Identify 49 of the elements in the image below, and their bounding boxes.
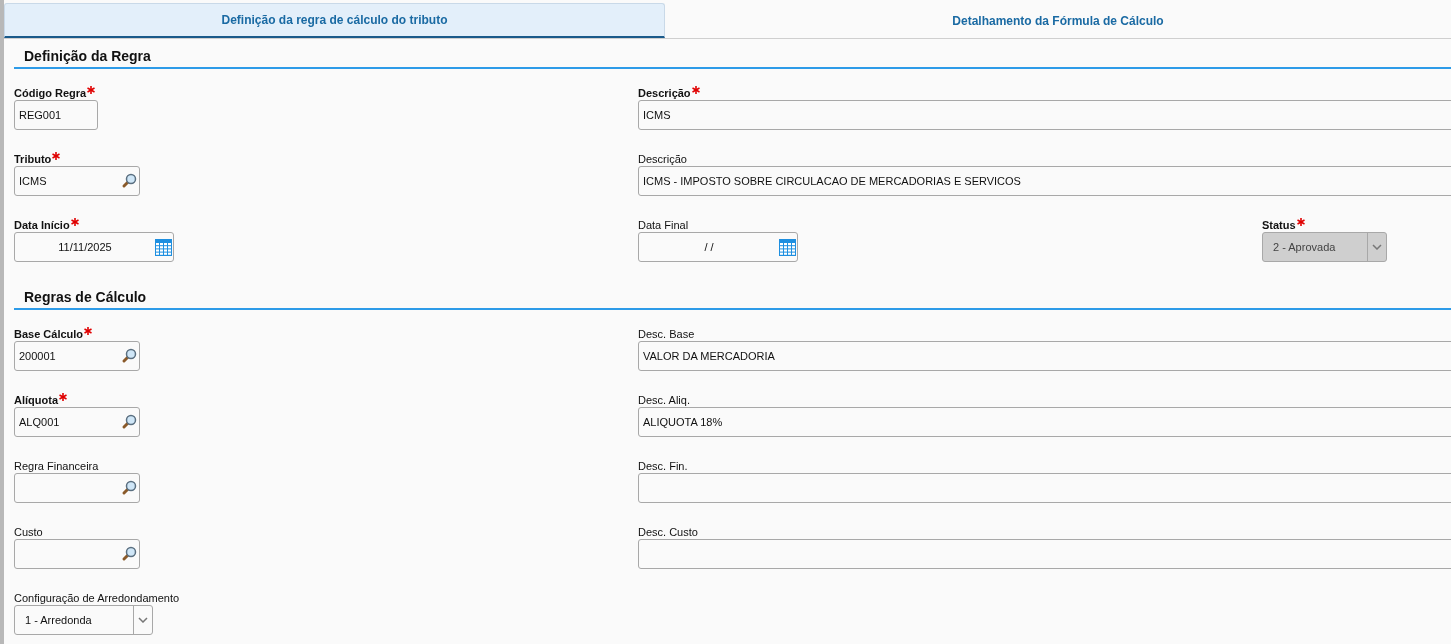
input-field[interactable]: ALQ001	[14, 407, 140, 437]
asterisk-icon	[87, 86, 96, 94]
calendar-icon[interactable]	[779, 238, 796, 256]
field-label: Desc. Base	[638, 327, 695, 340]
input-field[interactable]	[14, 473, 140, 503]
search-icon[interactable]	[121, 546, 137, 562]
field-label: Descrição	[638, 152, 687, 165]
section-title: Definição da Regra	[24, 48, 151, 64]
field-label: Custo	[14, 525, 43, 538]
field-label: Descrição	[638, 86, 691, 99]
input-field[interactable]: ICMS	[638, 100, 1451, 130]
section-title: Regras de Cálculo	[24, 289, 147, 305]
field-label: Tributo	[14, 152, 52, 165]
field-label: Código Regra	[14, 86, 87, 99]
input-field[interactable]: ICMS	[14, 166, 140, 196]
input-field[interactable]: REG001	[14, 100, 98, 130]
field-label: Desc. Fin.	[638, 459, 688, 472]
field-label: Configuração de Arredondamento	[14, 591, 180, 604]
input-field[interactable]: VALOR DA MERCADORIA	[638, 341, 1451, 371]
search-icon[interactable]	[121, 173, 137, 189]
input-field[interactable]	[14, 539, 140, 569]
field-label: Data Início	[14, 218, 70, 231]
field-label: Desc. Aliq.	[638, 393, 690, 406]
input-field[interactable]	[638, 539, 1451, 569]
tab[interactable]: Definição da regra de cálculo do tributo	[4, 3, 665, 38]
search-icon[interactable]	[121, 480, 137, 496]
field-label: Regra Financeira	[14, 459, 99, 472]
asterisk-icon	[84, 327, 93, 335]
input-field[interactable]: ALIQUOTA 18%	[638, 407, 1451, 437]
input-field[interactable]	[638, 473, 1451, 503]
search-icon[interactable]	[121, 348, 137, 364]
field-label: Alíquota	[14, 393, 58, 406]
input-field[interactable]: ICMS - IMPOSTO SOBRE CIRCULACAO DE MERCADORIAS E SERVICOS	[638, 166, 1451, 196]
tab[interactable]: Detalhamento da Fórmula de Cálculo	[665, 3, 1451, 38]
field-label: Data Final	[638, 218, 689, 231]
input-field[interactable]: 11/11/2025	[14, 232, 174, 262]
search-icon[interactable]	[121, 414, 137, 430]
input-field[interactable]: 200001	[14, 341, 140, 371]
select-field[interactable]: 1 - Arredonda	[14, 605, 153, 635]
asterisk-icon	[70, 218, 79, 226]
input-field[interactable]: / /	[638, 232, 798, 262]
asterisk-icon	[52, 152, 61, 160]
asterisk-icon	[691, 86, 700, 94]
field-label: Base Cálculo	[14, 327, 84, 340]
asterisk-icon	[59, 393, 67, 401]
field-label: Desc. Custo	[638, 525, 698, 538]
field-label: Status	[1262, 218, 1296, 231]
asterisk-icon	[1296, 218, 1305, 226]
calendar-icon[interactable]	[155, 238, 172, 256]
